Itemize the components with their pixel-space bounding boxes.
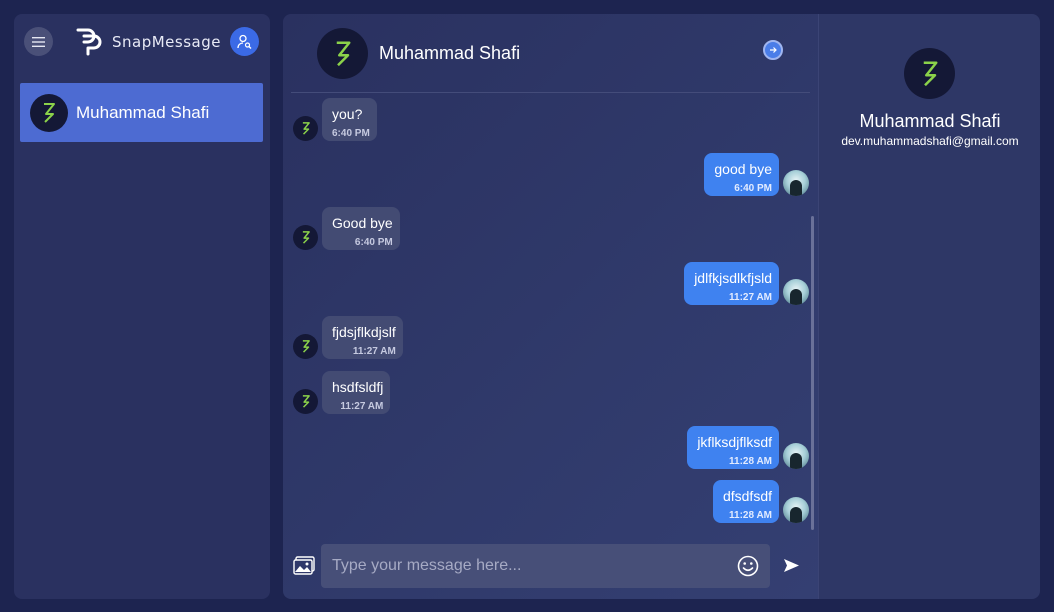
message-bubble: you? 6:40 PM [322,98,377,141]
hamburger-icon [32,36,45,47]
logo-icon [76,28,102,56]
send-icon[interactable] [783,558,800,573]
message-row: you? 6:40 PM [293,98,377,141]
chat-header-name: Muhammad Shafi [379,43,521,63]
contact-avatar [293,116,318,141]
message-text: jdlfkjsdlkfjsld [694,270,772,286]
message-text: fjdsjflkdjslf [332,324,396,340]
app-logo: SnapMessage [72,26,221,58]
bolt-icon [302,395,310,408]
contact-avatar [293,225,318,250]
user-avatar [783,443,809,469]
bolt-icon [302,122,310,135]
menu-button[interactable] [24,27,53,56]
message-time: 11:28 AM [729,510,772,521]
message-bubble: jdlfkjsdlkfjsld 11:27 AM [684,262,779,305]
bolt-icon [336,41,350,66]
message-time: 6:40 PM [332,128,370,139]
chat-panel: Muhammad Shafi you? 6:40 PM good bye 6:4… [283,14,818,599]
message-time: 11:27 AM [352,346,396,357]
contact-name: Muhammad Shafi [76,102,210,122]
bolt-icon [302,340,310,353]
message-text: good bye [714,161,772,177]
bolt-icon [923,61,937,86]
message-composer [283,544,813,588]
message-row: good bye 6:40 PM [704,153,809,196]
profile-name: Muhammad Shafi [859,111,1001,131]
message-text: jkflksdjflksdf [697,434,772,450]
profile-avatar [904,48,955,99]
message-row: fjdsjflkdjslf 11:27 AM [293,316,403,359]
message-input-wrapper [321,544,770,588]
contact-avatar [293,389,318,414]
message-bubble: good bye 6:40 PM [704,153,779,196]
contact-item[interactable]: Muhammad Shafi [20,83,263,142]
image-icon[interactable] [293,556,315,575]
message-row: Good bye 6:40 PM [293,207,400,250]
message-time: 6:40 PM [734,183,772,194]
chat-header-avatar [317,28,368,79]
contact-profile-panel: Muhammad Shafi dev.muhammadshafi@gmail.c… [818,14,1040,599]
message-row: jkflksdjflksdf 11:28 AM [687,426,809,469]
header-divider [291,92,810,93]
message-text: hsdfsldfj [332,379,384,395]
arrow-right-circle-icon [770,47,777,53]
message-bubble: jkflksdjflksdf 11:28 AM [687,426,779,469]
user-avatar [783,170,809,196]
header-action-button[interactable] [763,40,783,60]
bolt-icon [44,102,55,123]
chat-header: Muhammad Shafi [283,14,813,93]
smiley-icon[interactable] [737,555,759,577]
user-search-button[interactable] [230,27,259,56]
message-text: you? [332,106,363,122]
message-text: Good bye [332,215,393,231]
message-bubble: dfsdfsdf 11:28 AM [712,480,779,523]
message-bubble: Good bye 6:40 PM [322,207,400,250]
message-text: dfsdfsdf [722,488,772,504]
message-time: 11:27 AM [340,401,384,412]
message-row: hsdfsldfj 11:27 AM [293,371,391,414]
message-input[interactable] [321,544,731,588]
message-time: 11:27 AM [729,292,772,303]
user-search-icon [237,34,252,49]
user-avatar [783,279,809,305]
contact-avatar [30,93,68,132]
user-avatar [783,497,809,523]
message-row: dfsdfsdf 11:28 AM [712,480,809,523]
message-bubble: fjdsjflkdjslf 11:27 AM [322,316,403,359]
profile-email: dev.muhammadshafi@gmail.com [841,134,1019,148]
message-time: 11:28 AM [729,456,772,467]
message-scrollbar[interactable] [811,216,814,530]
bolt-icon [302,231,310,244]
app-name: SnapMessage [112,33,221,51]
message-list: you? 6:40 PM good bye 6:40 PM Good bye 6… [283,94,813,534]
sidebar: SnapMessage Muhammad Shafi [14,14,270,599]
message-bubble: hsdfsldfj 11:27 AM [322,371,391,414]
message-row: jdlfkjsdlkfjsld 11:27 AM [684,262,809,305]
message-time: 6:40 PM [354,237,393,248]
contact-avatar [293,334,318,359]
